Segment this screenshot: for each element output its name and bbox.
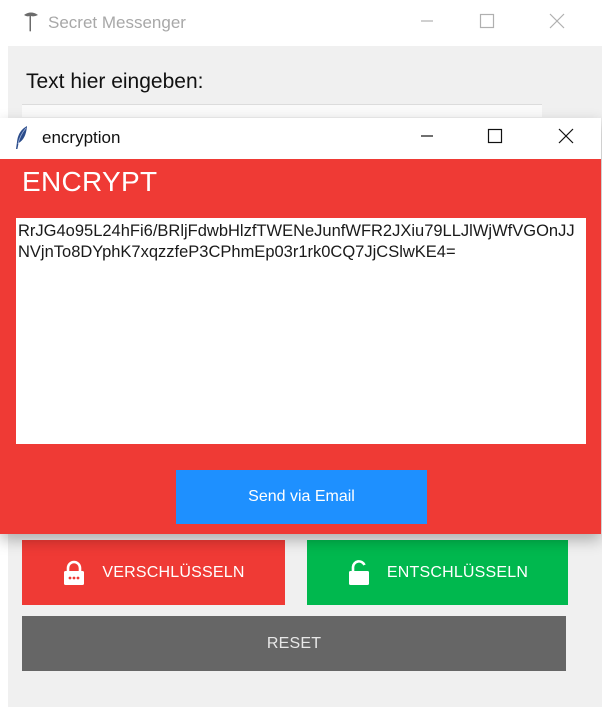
encryption-titlebar[interactable]: encryption xyxy=(0,118,601,159)
encrypt-heading: ENCRYPT xyxy=(22,166,158,197)
maximize-icon xyxy=(479,13,495,34)
encryption-window: encryption ENCRYPT RrJG4o95L24hFi6/BRljF… xyxy=(0,118,601,534)
message-input-field[interactable] xyxy=(22,104,542,117)
reset-button[interactable]: RESET xyxy=(22,616,566,671)
maximize-button[interactable] xyxy=(464,0,510,46)
encrypted-text-area[interactable]: RrJG4o95L24hFi6/BRljFdwbHlzfTWENeJunfWFR… xyxy=(16,218,586,444)
reset-button-label: RESET xyxy=(266,634,322,652)
send-via-email-button[interactable]: Send via Email xyxy=(176,470,427,524)
minimize-icon xyxy=(419,13,435,34)
close-button[interactable] xyxy=(543,115,589,161)
window-title: Secret Messenger xyxy=(48,13,186,32)
window-title: encryption xyxy=(42,128,121,147)
encrypt-button[interactable]: VERSCHLÜSSELN xyxy=(22,540,285,605)
maximize-icon xyxy=(487,128,503,149)
text-input-label: Text hier eingeben: xyxy=(26,70,204,93)
minimize-icon xyxy=(419,128,435,149)
minimize-button[interactable] xyxy=(404,115,450,161)
send-via-email-label: Send via Email xyxy=(248,488,355,505)
close-icon xyxy=(558,128,574,149)
feather-icon xyxy=(22,11,40,33)
close-button[interactable] xyxy=(534,0,580,46)
decrypt-button-label: ENTSCHLÜSSELN xyxy=(386,563,529,581)
close-icon xyxy=(549,13,565,34)
decrypt-button[interactable]: ENTSCHLÜSSELN xyxy=(307,540,568,605)
minimize-button[interactable] xyxy=(404,0,450,46)
padlock-open-icon xyxy=(347,559,371,586)
padlock-closed-icon xyxy=(62,560,86,586)
feather-icon xyxy=(14,125,30,151)
encrypt-button-label: VERSCHLÜSSELN xyxy=(102,563,245,581)
maximize-button[interactable] xyxy=(472,115,518,161)
secret-messenger-titlebar[interactable]: Secret Messenger xyxy=(8,0,602,46)
